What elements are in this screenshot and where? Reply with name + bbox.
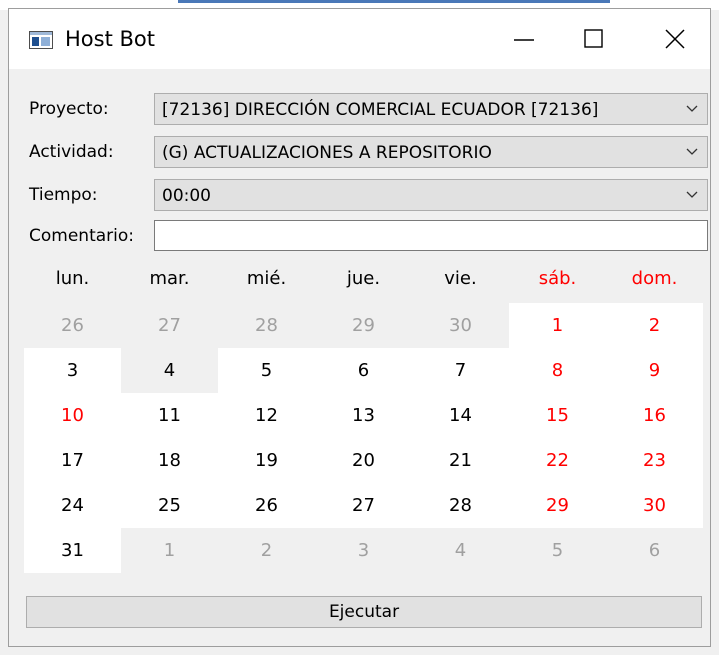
calendar-day[interactable]: 1	[509, 303, 606, 348]
calendar-day[interactable]: 19	[218, 438, 315, 483]
tiempo-label: Tiempo:	[29, 185, 98, 205]
chevron-down-icon	[686, 191, 698, 198]
execute-button[interactable]: Ejecutar	[26, 596, 702, 628]
actividad-value: (G) ACTUALIZACIONES A REPOSITORIO	[162, 143, 492, 163]
calendar: lun. mar. mié. jue. vie. sáb. dom. 26 27 2…	[24, 255, 703, 585]
calendar-day[interactable]: 6	[606, 528, 703, 573]
day-name-sun: dom.	[631, 268, 678, 289]
proyecto-select[interactable]: [72136] DIRECCIÓN COMERCIAL ECUADOR [721…	[154, 93, 708, 125]
calendar-day[interactable]: 14	[412, 393, 509, 438]
calendar-day[interactable]: 28	[218, 303, 315, 348]
calendar-day[interactable]: 22	[509, 438, 606, 483]
calendar-day[interactable]: 1	[121, 528, 218, 573]
chevron-down-icon	[686, 105, 698, 112]
day-name-sat: sáb.	[538, 268, 577, 289]
calendar-day[interactable]: 13	[315, 393, 412, 438]
day-name-wed: mié.	[246, 268, 287, 289]
calendar-day[interactable]: 27	[121, 303, 218, 348]
calendar-day[interactable]: 7	[412, 348, 509, 393]
calendar-day[interactable]: 18	[121, 438, 218, 483]
comentario-label: Comentario:	[29, 226, 134, 246]
calendar-day[interactable]: 3	[24, 348, 121, 393]
calendar-day[interactable]: 10	[24, 393, 121, 438]
comentario-input[interactable]	[154, 220, 708, 251]
calendar-day[interactable]: 27	[315, 483, 412, 528]
day-name-tue: mar.	[149, 268, 190, 289]
day-name-mon: lun.	[55, 268, 90, 289]
calendar-day[interactable]: 6	[315, 348, 412, 393]
calendar-day[interactable]: 4	[412, 528, 509, 573]
actividad-label: Actividad:	[29, 142, 114, 162]
proyecto-value: [72136] DIRECCIÓN COMERCIAL ECUADOR [721…	[162, 100, 599, 120]
calendar-day[interactable]: 2	[218, 528, 315, 573]
calendar-day[interactable]: 17	[24, 438, 121, 483]
actividad-select[interactable]: (G) ACTUALIZACIONES A REPOSITORIO	[154, 136, 708, 168]
maximize-icon	[584, 29, 603, 48]
calendar-day[interactable]: 8	[509, 348, 606, 393]
minimize-icon	[514, 39, 534, 41]
calendar-day[interactable]: 21	[412, 438, 509, 483]
calendar-day[interactable]: 2	[606, 303, 703, 348]
proyecto-label: Proyecto:	[29, 99, 109, 119]
calendar-day[interactable]: 15	[509, 393, 606, 438]
calendar-day[interactable]: 29	[509, 483, 606, 528]
window-title: Host Bot	[65, 27, 155, 51]
calendar-day[interactable]: 31	[24, 528, 121, 573]
calendar-day[interactable]: 30	[606, 483, 703, 528]
calendar-day[interactable]: 4	[121, 348, 218, 393]
calendar-day[interactable]: 23	[606, 438, 703, 483]
calendar-day[interactable]: 26	[24, 303, 121, 348]
calendar-day[interactable]: 24	[24, 483, 121, 528]
calendar-day[interactable]: 5	[509, 528, 606, 573]
close-icon	[665, 29, 685, 49]
day-name-thu: jue.	[346, 268, 381, 289]
calendar-day[interactable]: 25	[121, 483, 218, 528]
calendar-day[interactable]: 16	[606, 393, 703, 438]
calendar-day[interactable]: 26	[218, 483, 315, 528]
calendar-day[interactable]: 3	[315, 528, 412, 573]
minimize-button[interactable]	[489, 9, 559, 69]
tiempo-value: 00:00	[162, 186, 211, 206]
calendar-day[interactable]: 12	[218, 393, 315, 438]
maximize-button[interactable]	[559, 9, 629, 69]
calendar-day[interactable]: 28	[412, 483, 509, 528]
day-name-fri: vie.	[444, 268, 477, 289]
calendar-day[interactable]: 9	[606, 348, 703, 393]
app-icon	[29, 31, 53, 49]
chevron-down-icon	[686, 148, 698, 155]
calendar-day[interactable]: 20	[315, 438, 412, 483]
calendar-day[interactable]: 30	[412, 303, 509, 348]
title-bar[interactable]: Host Bot	[9, 9, 710, 69]
close-button[interactable]	[640, 9, 710, 69]
calendar-day[interactable]: 5	[218, 348, 315, 393]
tiempo-select[interactable]: 00:00	[154, 179, 708, 211]
calendar-day[interactable]: 29	[315, 303, 412, 348]
background-window-edge	[178, 0, 610, 3]
calendar-day[interactable]: 11	[121, 393, 218, 438]
